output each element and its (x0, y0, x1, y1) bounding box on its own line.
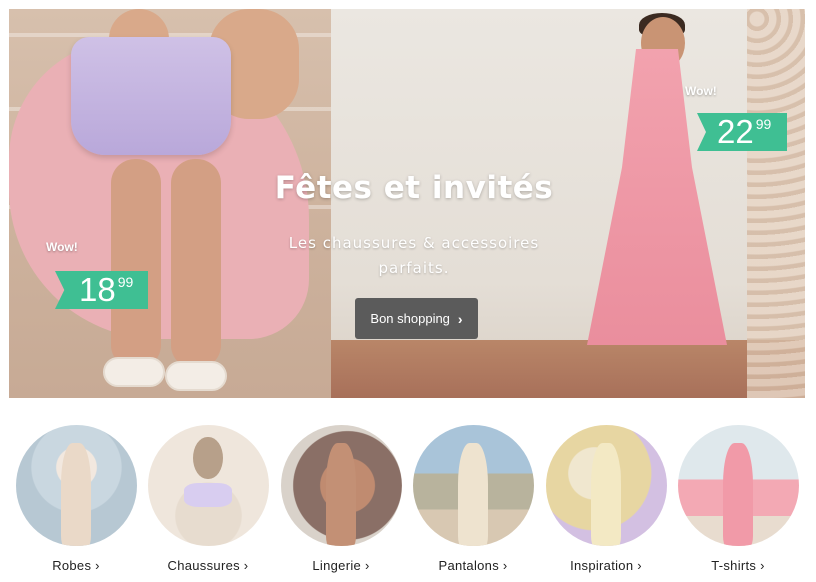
price-cents: 99 (117, 274, 134, 290)
category-chaussures[interactable]: Chaussures › (147, 425, 269, 573)
category-inspiration[interactable]: Inspiration › (545, 425, 667, 573)
chevron-right-icon: › (457, 310, 463, 327)
category-robes[interactable]: Robes › (15, 425, 137, 573)
price-main: 18 (79, 271, 116, 308)
category-label: Lingerie › (312, 558, 370, 573)
price-tag-right[interactable]: 22 99 (697, 113, 787, 151)
category-image-robes (15, 425, 137, 546)
tile-wall (747, 9, 805, 398)
category-lingerie[interactable]: Lingerie › (280, 425, 402, 573)
lilac-bag-image (71, 37, 231, 155)
category-label: Chaussures › (167, 558, 249, 573)
category-image-lingerie (280, 425, 402, 546)
shop-button-label: Bon shopping (370, 311, 450, 326)
terracotta-floor (331, 340, 805, 398)
hero-subtitle: Les chaussures & accessoires parfaits. (271, 231, 557, 281)
hero-banner[interactable]: Fêtes et invités Les chaussures & access… (9, 9, 805, 398)
hero-title: Fêtes et invités (274, 170, 554, 206)
wow-badge-left: Wow! (46, 240, 78, 254)
category-pantalons[interactable]: Pantalons › (412, 425, 534, 573)
hero-subtitle-line-2: parfaits. (378, 259, 450, 277)
category-label: Pantalons › (438, 558, 508, 573)
shop-button[interactable]: Bon shopping › (355, 298, 478, 339)
wow-badge-right: Wow! (685, 84, 717, 98)
category-image-inspiration (545, 425, 667, 546)
price-tag-left[interactable]: 18 99 (55, 271, 148, 309)
price-cents: 99 (755, 116, 772, 132)
price-main: 22 (717, 113, 754, 150)
hero-subtitle-line-1: Les chaussures & accessoires (288, 234, 540, 252)
category-image-chaussures (147, 425, 269, 546)
category-image-t-shirts (677, 425, 799, 546)
category-carousel: Robes › Chaussures › Lingerie › Pantalon… (0, 425, 816, 582)
category-label: Inspiration › (570, 558, 642, 573)
category-image-pantalons (412, 425, 534, 546)
category-label: Robes › (52, 558, 100, 573)
category-label: T-shirts › (711, 558, 765, 573)
category-t-shirts[interactable]: T-shirts › (677, 425, 799, 573)
